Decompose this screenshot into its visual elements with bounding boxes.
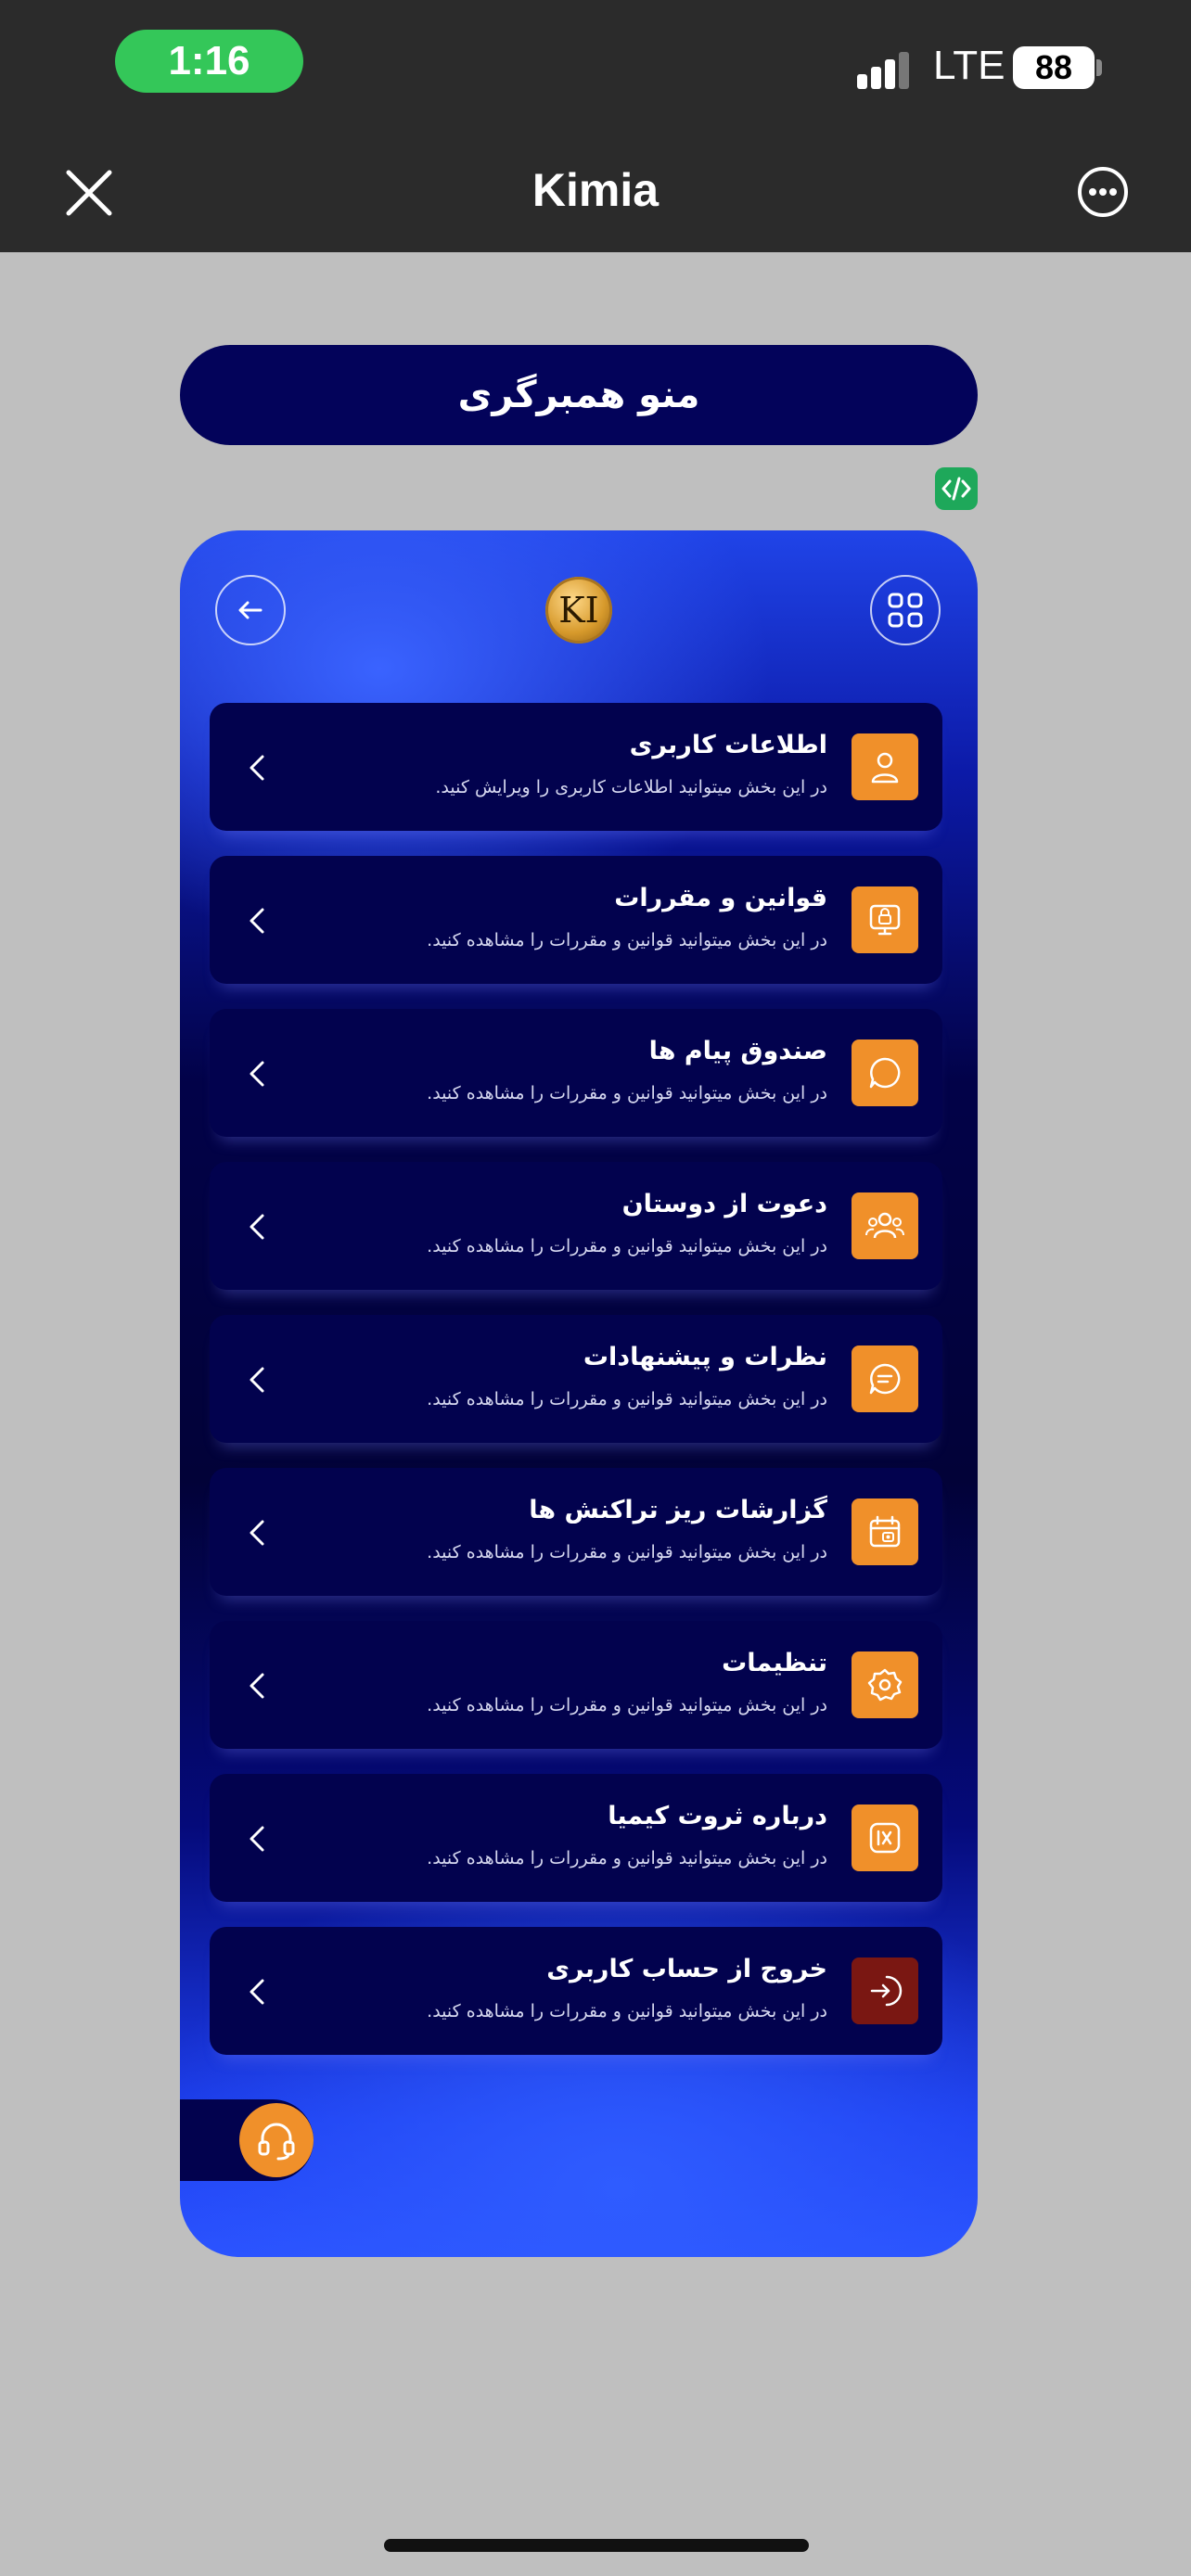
network-type: LTE [933, 43, 1005, 88]
status-time: 1:16 [115, 30, 303, 93]
menu-item-rules[interactable]: قوانین و مقررات در این بخش میتوانید قوان… [210, 856, 942, 984]
user-icon [852, 733, 918, 800]
menu-list: اطلاعات کاربری در این بخش میتوانید اطلاع… [210, 703, 942, 2080]
menu-item-desc: در این بخش میتوانید قوانین و مقررات را م… [427, 1695, 827, 1715]
settings-icon [852, 1651, 918, 1718]
menu-item-settings[interactable]: تنظیمات در این بخش میتوانید قوانین و مقر… [210, 1621, 942, 1749]
chevron-left-icon [247, 1212, 267, 1242]
menu-item-invite-friends[interactable]: دعوت از دوستان در این بخش میتوانید قوانی… [210, 1162, 942, 1290]
message-icon [852, 1039, 918, 1106]
back-button[interactable] [215, 575, 286, 645]
battery-icon: 88 [1013, 46, 1095, 89]
chevron-left-icon [247, 1059, 267, 1089]
signal-icon [857, 45, 922, 93]
menu-item-title: نظرات و پیشنهادات [583, 1343, 827, 1371]
menu-item-title: تنظیمات [722, 1649, 827, 1677]
menu-item-user-info[interactable]: اطلاعات کاربری در این بخش میتوانید اطلاع… [210, 703, 942, 831]
menu-item-title: درباره ثروت کیمیا [608, 1802, 827, 1830]
menu-item-desc: در این بخش میتوانید قوانین و مقررات را م… [427, 1542, 827, 1562]
chevron-left-icon [247, 1977, 267, 2007]
menu-item-desc: در این بخش میتوانید قوانین و مقررات را م… [427, 930, 827, 950]
about-icon [852, 1804, 918, 1871]
grid-button[interactable] [870, 575, 941, 645]
menu-item-title: قوانین و مقررات [614, 884, 827, 912]
menu-item-title: گزارشات ریز تراکنش ها [529, 1496, 827, 1524]
grid-icon [888, 593, 923, 628]
logout-icon [852, 1958, 918, 2024]
battery-tip [1096, 59, 1102, 76]
menu-item-title: اطلاعات کاربری [629, 731, 827, 759]
menu-item-desc: در این بخش میتوانید قوانین و مقررات را م… [427, 1236, 827, 1256]
nav-title: Kimia [531, 164, 660, 216]
menu-item-title: خروج از حساب کاربری [546, 1955, 827, 1983]
code-icon[interactable] [935, 467, 978, 510]
support-button[interactable] [239, 2103, 314, 2177]
rules-icon [852, 886, 918, 953]
status-bar: 1:16 LTE 88 [0, 0, 1191, 130]
chevron-left-icon [247, 753, 267, 783]
chevron-left-icon [247, 1365, 267, 1395]
nav-bar: Kimia [0, 130, 1191, 252]
report-icon [852, 1498, 918, 1565]
chevron-left-icon [247, 906, 267, 936]
page-header: منو همبرگری [180, 345, 978, 445]
menu-item-desc: در این بخش میتوانید قوانین و مقررات را م… [427, 1083, 827, 1103]
menu-item-logout[interactable]: خروج از حساب کاربری در این بخش میتوانید … [210, 1927, 942, 2055]
menu-item-transaction-reports[interactable]: گزارشات ریز تراکنش ها در این بخش میتوانی… [210, 1468, 942, 1596]
menu-item-about[interactable]: درباره ثروت کیمیا در این بخش میتوانید قو… [210, 1774, 942, 1902]
chevron-left-icon [247, 1518, 267, 1548]
arrow-left-icon [238, 601, 263, 619]
more-icon[interactable] [1076, 165, 1130, 219]
menu-item-desc: در این بخش میتوانید اطلاعات کاربری را وی… [435, 777, 827, 797]
menu-item-desc: در این بخش میتوانید قوانین و مقررات را م… [427, 1848, 827, 1868]
logo: KI [545, 577, 612, 644]
menu-card: KI اطلاعات کاربری در این بخش میتوانید اط… [180, 530, 978, 2257]
chevron-left-icon [247, 1671, 267, 1701]
headset-icon [258, 2123, 295, 2161]
comment-icon [852, 1345, 918, 1412]
menu-item-desc: در این بخش میتوانید قوانین و مقررات را م… [427, 1389, 827, 1409]
menu-item-title: صندوق پیام ها [648, 1037, 827, 1065]
friends-icon [852, 1192, 918, 1259]
chevron-left-icon [247, 1824, 267, 1854]
menu-item-feedback[interactable]: نظرات و پیشنهادات در این بخش میتوانید قو… [210, 1315, 942, 1443]
menu-item-desc: در این بخش میتوانید قوانین و مقررات را م… [427, 2001, 827, 2021]
menu-item-title: دعوت از دوستان [621, 1190, 827, 1218]
menu-item-messages[interactable]: صندوق پیام ها در این بخش میتوانید قوانین… [210, 1009, 942, 1137]
home-indicator[interactable] [384, 2539, 809, 2552]
